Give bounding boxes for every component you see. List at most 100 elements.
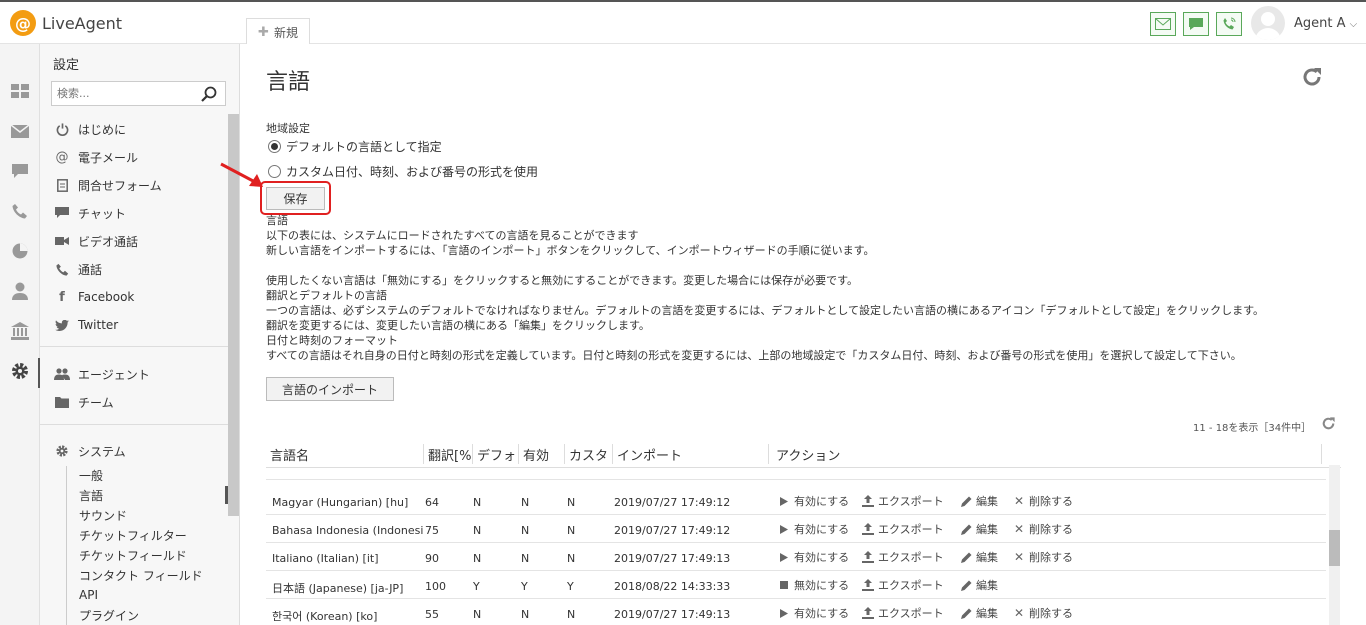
cell-enabled: N [521, 496, 530, 509]
sidebar-item-label: システム [78, 444, 126, 459]
scrollbar-thumb[interactable] [1329, 530, 1340, 566]
companies-icon[interactable] [10, 321, 30, 341]
cell-enabled: Y [521, 580, 528, 593]
facebook-icon: f [59, 289, 65, 305]
video-icon [54, 233, 70, 249]
delete-action[interactable]: ✕ 削除する [1013, 493, 1073, 509]
edit-action[interactable]: 編集 [960, 521, 998, 537]
chevron-down-icon: ⌵ [1349, 19, 1358, 30]
sidebar-subitem-contact-fields[interactable]: コンタクト フィールド [79, 566, 227, 584]
action-label: エクスポート [878, 551, 944, 564]
edit-action[interactable]: 編集 [960, 493, 998, 509]
new-tab-button[interactable]: ✚ 新規 [246, 18, 310, 46]
call-status-button[interactable] [1216, 12, 1242, 36]
power-icon [54, 121, 70, 137]
sidebar-subitem-general[interactable]: 一般 [79, 466, 227, 484]
col-header-translated[interactable]: 翻訳[% [428, 445, 471, 464]
calls-icon[interactable] [10, 201, 30, 221]
radio-button-selected[interactable] [268, 140, 281, 153]
sidebar-subitem-plugins[interactable]: プラグイン [79, 606, 227, 624]
col-header-actions: アクション [776, 449, 841, 464]
cell-custom: N [567, 524, 576, 537]
play-icon [778, 523, 790, 535]
export-action[interactable]: エクスポート [862, 493, 944, 509]
tickets-icon[interactable] [10, 121, 30, 141]
radio-button[interactable] [268, 165, 281, 178]
delete-action[interactable]: ✕ 削除する [1013, 521, 1073, 537]
delete-action[interactable]: ✕ 削除する [1013, 605, 1073, 621]
sidebar-subitem-api[interactable]: API [79, 586, 227, 604]
export-action[interactable]: エクスポート [862, 521, 944, 537]
sidebar-subitem-ticket-filters[interactable]: チケットフィルター [79, 526, 227, 544]
sidebar-item-getting-started[interactable]: はじめに [54, 119, 126, 139]
table-refresh-icon[interactable] [1321, 416, 1336, 435]
sidebar-item-facebook[interactable]: f Facebook [54, 287, 134, 307]
settings-gear-icon[interactable] [10, 361, 30, 381]
cell-language-name: Magyar (Hungarian) [hu] [272, 496, 409, 509]
search-input[interactable] [52, 82, 192, 105]
toggle-enable-action[interactable]: 有効にする [778, 605, 849, 621]
sidebar-subitem-ticket-fields[interactable]: チケットフィールド [79, 546, 227, 564]
export-action[interactable]: エクスポート [862, 605, 944, 621]
cell-enabled: N [521, 608, 530, 621]
col-header-imported[interactable]: インポート [617, 445, 767, 464]
action-label: 削除する [1029, 495, 1073, 508]
col-header-name[interactable]: 言語名 [270, 445, 420, 464]
sidebar-item-system[interactable]: システム [54, 441, 126, 461]
sidebar-item-video-call[interactable]: ビデオ通話 [54, 231, 138, 251]
sidebar-item-email[interactable]: @ 電子メール [54, 147, 139, 167]
table-scrollbar[interactable] [1329, 465, 1340, 625]
agent-avatar[interactable] [1251, 6, 1285, 40]
toggle-enable-action[interactable]: 有効にする [778, 521, 849, 537]
agent-menu[interactable]: Agent A ⌵ [1294, 16, 1357, 31]
sidebar-subitem-sounds[interactable]: サウンド [79, 506, 227, 524]
edit-action[interactable]: 編集 [960, 549, 998, 565]
search-icon[interactable] [201, 86, 217, 106]
customers-icon[interactable] [10, 281, 30, 301]
sidebar-search [51, 81, 226, 106]
sidebar-item-teams[interactable]: チーム [54, 392, 114, 412]
chat-status-button[interactable] [1183, 12, 1209, 36]
dashboard-icon[interactable] [10, 81, 30, 101]
export-action[interactable]: エクスポート [862, 577, 944, 593]
email-status-button[interactable] [1150, 12, 1176, 36]
toggle-enable-action[interactable]: 無効にする [778, 577, 849, 593]
radio-default-language[interactable]: デフォルトの言語として指定 [268, 138, 442, 155]
refresh-icon[interactable] [1301, 66, 1323, 92]
col-header-custom[interactable]: カスタ [569, 445, 611, 464]
radio-custom-format[interactable]: カスタム日付、時刻、および番号の形式を使用 [268, 163, 538, 180]
app-logo[interactable]: @ LiveAgent [10, 10, 122, 36]
sidebar-item-chat[interactable]: チャット [54, 203, 126, 223]
export-action[interactable]: エクスポート [862, 549, 944, 565]
pencil-icon [960, 495, 972, 507]
close-icon: ✕ [1013, 606, 1025, 620]
cell-language-name: Italiano (Italian) [it] [272, 552, 379, 565]
sidebar-item-contact-form[interactable]: 問合せフォーム [54, 175, 162, 195]
delete-action[interactable]: ✕ 削除する [1013, 549, 1073, 565]
cell-default: N [473, 496, 482, 509]
edit-action[interactable]: 編集 [960, 605, 998, 621]
toggle-enable-action[interactable]: 有効にする [778, 549, 849, 565]
edit-action[interactable]: 編集 [960, 577, 998, 593]
submenu-guide-line [66, 466, 67, 625]
sidebar-item-calls[interactable]: 通話 [54, 259, 102, 279]
cell-enabled: N [521, 524, 530, 537]
sidebar-divider [40, 346, 228, 347]
sidebar-item-twitter[interactable]: Twitter [54, 315, 118, 335]
table-body: Magyar (Hungarian) [hu] 64 N N N 2019/07/27 1… [266, 480, 1326, 625]
toggle-enable-action[interactable]: 有効にする [778, 493, 849, 509]
save-button[interactable]: 保存 [266, 187, 325, 210]
col-header-enabled[interactable]: 有効 [523, 445, 563, 464]
sidebar-item-agents[interactable]: エージェント [54, 364, 150, 384]
close-icon: ✕ [1013, 550, 1025, 564]
twitter-icon [54, 317, 70, 333]
cell-imported-date: 2019/07/27 17:49:13 [614, 552, 731, 565]
col-header-default[interactable]: デフォ [477, 445, 518, 464]
play-icon [778, 495, 790, 507]
desc-line: 使用したくない言語は「無効にする」をクリックすると無効にすることができます。変更… [266, 274, 859, 287]
logo-text: LiveAgent [42, 13, 123, 33]
chats-icon[interactable] [10, 161, 30, 181]
sidebar-subitem-languages[interactable]: 言語 [79, 486, 227, 504]
import-language-button[interactable]: 言語のインポート [266, 377, 394, 401]
reports-icon[interactable] [10, 241, 30, 261]
